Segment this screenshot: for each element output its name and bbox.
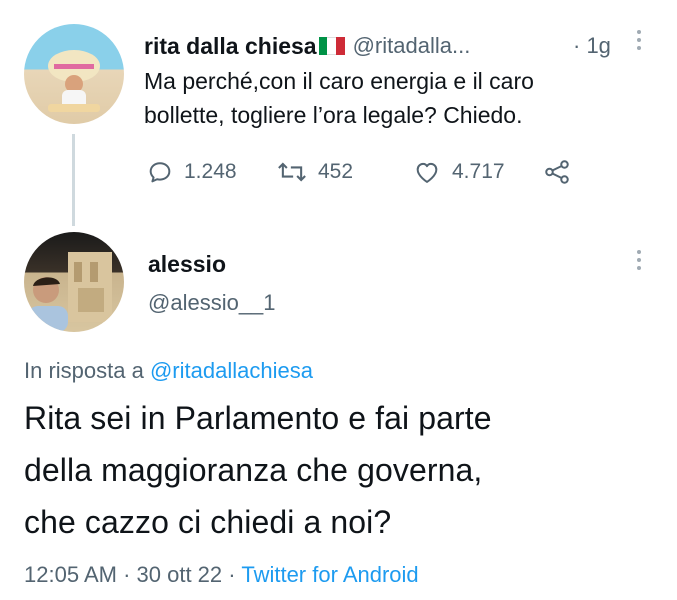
reply-timestamp[interactable]: 12:05 AM [24,562,117,587]
author-name[interactable]: rita dalla chiesa [144,33,317,60]
separator-dot: · [123,562,137,587]
reply-button[interactable]: 1.248 [146,158,237,186]
retweet-icon [278,162,306,182]
more-icon[interactable] [637,30,641,50]
reply-to-link[interactable]: @ritadallachiesa [150,358,313,383]
rita-avatar[interactable] [24,24,124,124]
beach-photo-icon [48,50,100,112]
reply-author-handle[interactable]: @alessio__1 [148,290,276,316]
tweet-time[interactable]: · 1g [573,33,611,59]
retweet-button[interactable]: 452 [276,158,353,186]
author-handle[interactable]: @ritadalla... [353,33,471,59]
reply-source-link[interactable]: Twitter for Android [241,562,418,587]
like-count: 4.717 [452,160,505,183]
reply-date[interactable]: 30 ott 22 [137,562,223,587]
tweet-text: Ma perché,con il caro energia e il caro … [144,64,534,132]
reply-context: In risposta a @ritadallachiesa [24,358,313,384]
share-icon [545,160,569,184]
tweet-header: rita dalla chiesa @ritadalla... [144,32,470,60]
reply-text-line: che cazzo ci chiedi a noi? [24,504,392,540]
more-icon[interactable] [637,250,641,270]
share-button[interactable] [542,157,572,187]
thread-line [72,134,75,226]
italy-flag-icon [318,37,345,55]
tweet-text-line: bollette, togliere l’ora legale? Chiedo. [144,102,523,128]
reply-metadata: 12:05 AM · 30 ott 22 · Twitter for Andro… [24,562,419,588]
reply-count: 1.248 [184,160,237,183]
reply-text: Rita sei in Parlamento e fai parte della… [24,392,492,548]
separator-dot: · [228,562,242,587]
reply-to-label: In risposta a [24,358,144,383]
reply-text-line: della maggioranza che governa, [24,452,483,488]
reply-author-name[interactable]: alessio [148,251,226,278]
person-photo-icon [28,252,112,332]
alessio-avatar[interactable] [24,232,124,332]
reply-icon [149,162,171,183]
like-icon [416,162,438,183]
retweet-count: 452 [318,160,354,183]
like-button[interactable]: 4.717 [412,158,505,186]
reply-text-line: Rita sei in Parlamento e fai parte [24,400,492,436]
tweet-text-line: Ma perché,con il caro energia e il caro [144,68,534,94]
